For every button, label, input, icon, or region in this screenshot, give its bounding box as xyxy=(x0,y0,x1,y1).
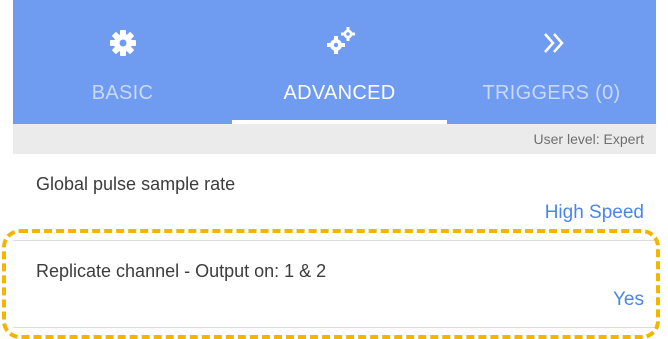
tab-triggers[interactable]: TRIGGERS (0) xyxy=(447,0,656,124)
tab-advanced-label: ADVANCED xyxy=(283,82,396,104)
tab-bar: BASIC ADVANCED TRIGGERS (0) xyxy=(13,0,656,124)
tab-basic-label: BASIC xyxy=(91,82,154,104)
gears-icon xyxy=(326,26,356,56)
user-level-text: User level: Expert xyxy=(533,131,644,147)
double-chevron-right-icon xyxy=(539,28,569,58)
app-screen: BASIC ADVANCED TRIGGERS (0) User level: … xyxy=(13,0,656,332)
setting-global-pulse-sample-rate[interactable]: Global pulse sample rate High Speed xyxy=(13,154,656,241)
tab-triggers-label: TRIGGERS (0) xyxy=(482,82,621,104)
tab-advanced[interactable]: ADVANCED xyxy=(232,0,447,124)
tab-basic[interactable]: BASIC xyxy=(13,0,232,124)
setting-title: Global pulse sample rate xyxy=(36,174,236,194)
setting-replicate-channel[interactable]: Replicate channel - Output on: 1 & 2 Yes xyxy=(13,241,656,328)
user-level-bar: User level: Expert xyxy=(13,124,656,154)
setting-value: High Speed xyxy=(544,202,644,223)
gear-icon xyxy=(108,28,138,58)
setting-title: Replicate channel - Output on: 1 & 2 xyxy=(36,261,327,281)
setting-value: Yes xyxy=(613,289,644,310)
